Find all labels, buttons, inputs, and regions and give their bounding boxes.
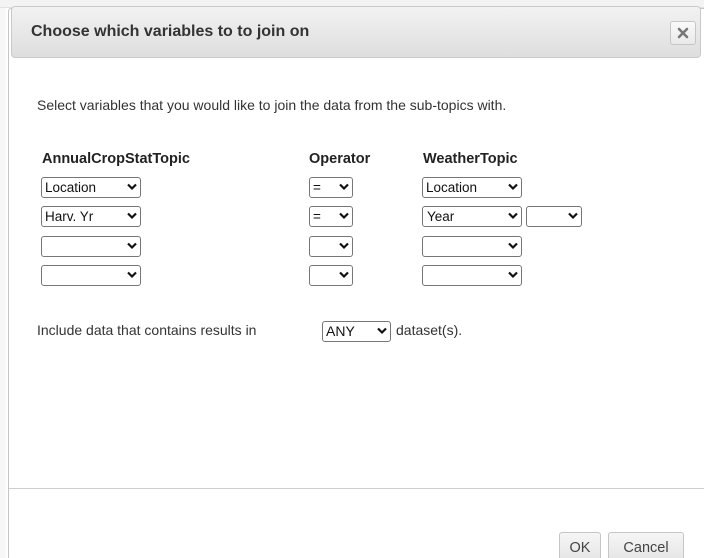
right-variable-select-1[interactable]: Location <box>422 177 522 198</box>
close-button[interactable] <box>670 21 696 45</box>
operator-select-4[interactable] <box>309 265 353 286</box>
right-variable-select-4[interactable] <box>422 265 522 286</box>
include-prefix-text: Include data that contains results in <box>37 322 257 338</box>
page: Choose which variables to to join on Sel… <box>0 0 704 558</box>
close-icon <box>677 27 689 39</box>
operator-select-2[interactable]: = <box>309 206 353 227</box>
chevron-down-icon <box>508 242 518 250</box>
ok-button[interactable]: OK <box>559 532 601 558</box>
right-extra-select-2[interactable] <box>526 206 582 227</box>
left-variable-select-3[interactable] <box>41 236 141 257</box>
dialog-titlebar[interactable]: Choose which variables to to join on <box>11 6 701 58</box>
right-variable-select-3[interactable] <box>422 236 522 257</box>
operator-select-1[interactable]: = <box>309 177 353 198</box>
right-variable-select-2[interactable]: Year <box>422 206 522 227</box>
chevron-down-icon <box>339 212 349 220</box>
dataset-match-value: ANY <box>326 323 355 339</box>
background-edge <box>0 8 6 558</box>
operator-value-1: = <box>313 180 321 195</box>
chevron-down-icon <box>377 327 387 335</box>
chevron-down-icon <box>339 242 349 250</box>
left-variable-value-2: Harv. Yr <box>45 209 94 224</box>
chevron-down-icon <box>339 183 349 191</box>
chevron-down-icon <box>508 271 518 279</box>
chevron-down-icon <box>127 271 137 279</box>
column-header-right: WeatherTopic <box>423 151 518 167</box>
column-header-operator: Operator <box>309 151 371 167</box>
dataset-match-select[interactable]: ANY <box>322 321 391 342</box>
left-variable-value-1: Location <box>45 180 97 195</box>
chevron-down-icon <box>339 271 349 279</box>
chevron-down-icon <box>127 242 137 250</box>
left-variable-select-2[interactable]: Harv. Yr <box>41 206 141 227</box>
chevron-down-icon <box>127 212 137 220</box>
chevron-down-icon <box>508 183 518 191</box>
operator-value-2: = <box>313 209 321 224</box>
right-variable-value-2: Year <box>427 209 455 224</box>
instruction-text: Select variables that you would like to … <box>37 97 507 113</box>
dialog-title: Choose which variables to to join on <box>31 23 310 40</box>
left-variable-select-4[interactable] <box>41 265 141 286</box>
column-header-left: AnnualCropStatTopic <box>42 151 190 167</box>
left-variable-select-1[interactable]: Location <box>41 177 141 198</box>
include-suffix-text: dataset(s). <box>396 322 463 338</box>
operator-select-3[interactable] <box>309 236 353 257</box>
footer-divider <box>9 488 704 489</box>
chevron-down-icon <box>127 183 137 191</box>
right-variable-value-1: Location <box>426 180 478 195</box>
cancel-button[interactable]: Cancel <box>608 532 684 558</box>
chevron-down-icon <box>568 212 578 220</box>
chevron-down-icon <box>508 212 518 220</box>
